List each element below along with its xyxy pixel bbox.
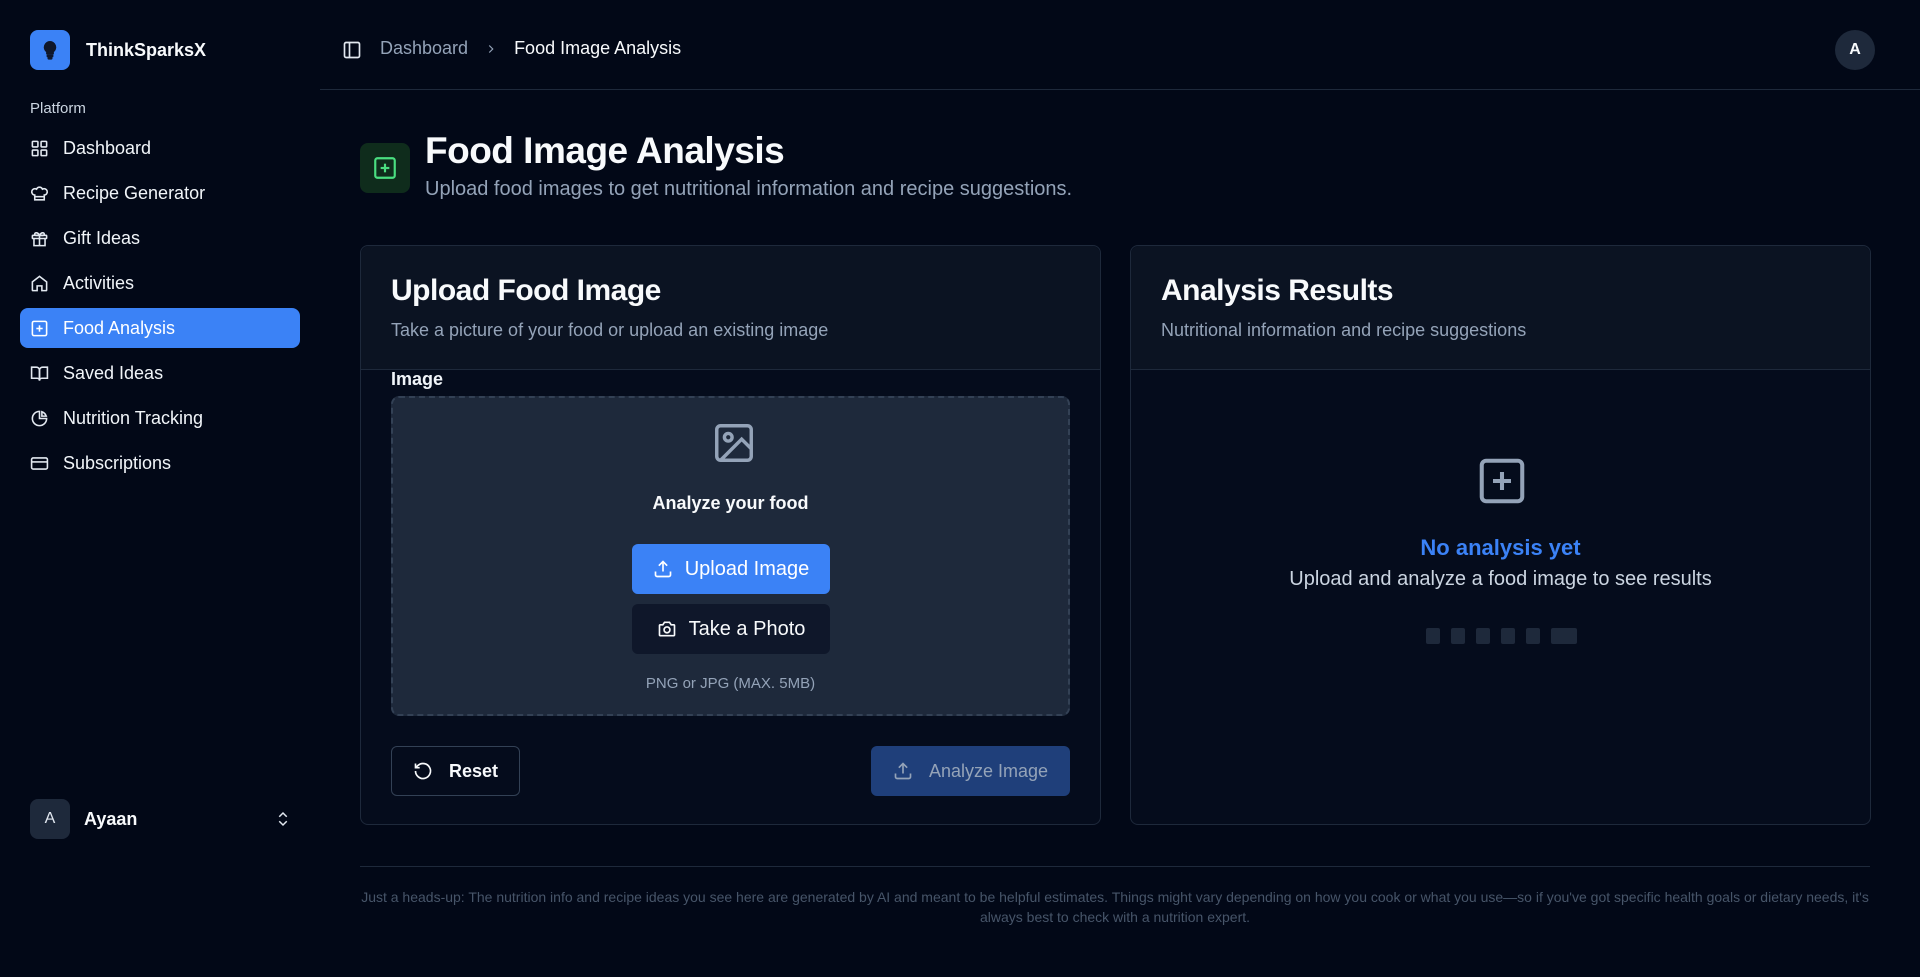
skeleton-block [1501,628,1515,644]
sidebar-item-label: Dashboard [63,137,152,158]
upload-card-title: Upload Food Image [391,274,661,307]
take-photo-button[interactable]: Take a Photo [632,604,830,654]
sidebar-item-label: Subscriptions [63,452,172,473]
avatar: A [30,799,70,839]
image-icon [715,424,753,462]
plus-square-icon [1479,458,1525,504]
sidebar-item-label: Activities [63,272,135,293]
user-name: Ayaan [84,808,138,829]
page-title: Food Image Analysis [425,130,785,171]
sidebar-item-gift-ideas[interactable]: Gift Ideas [20,218,300,258]
analyze-image-button[interactable]: Analyze Image [871,746,1070,796]
skeleton-block [1526,628,1540,644]
upload-card-description: Take a picture of your food or upload an… [391,320,829,340]
analyze-image-label: Analyze Image [928,760,1049,781]
upload-image-label: Upload Image [684,557,810,580]
book-open-icon [30,365,49,381]
sidebar-item-label: Saved Ideas [63,362,164,383]
sidebar-item-label: Food Analysis [63,317,176,338]
rotate-ccw-icon [414,762,432,780]
breadcrumb: Dashboard Food Image Analysis [380,38,681,59]
plus-square-icon [31,320,48,336]
sidebar-item-label: Recipe Generator [63,182,206,203]
sidebar-group-label: Platform [30,100,86,117]
top-header: Dashboard Food Image Analysis A [320,0,1920,90]
upload-card: Upload Food Image Take a picture of your… [360,245,1101,825]
chef-hat-icon [30,185,49,201]
home-icon [31,274,48,291]
sidebar-item-saved-ideas[interactable]: Saved Ideas [20,353,300,393]
skeleton-block [1476,628,1490,644]
sidebar: ThinkSparksX Platform Dashboard Recipe G… [0,0,320,977]
camera-icon [658,621,675,637]
upload-image-button[interactable]: Upload Image [632,544,830,594]
image-field-label: Image [391,369,444,389]
file-type-hint: PNG or JPG (MAX. 5MB) [645,675,816,692]
sidebar-item-subscriptions[interactable]: Subscriptions [20,443,300,483]
results-card-description: Nutritional information and recipe sugge… [1161,320,1527,340]
empty-state-title: No analysis yet [1420,535,1581,560]
upload-icon [894,762,912,780]
sidebar-item-label: Nutrition Tracking [63,407,204,428]
sidebar-nav: Dashboard Recipe Generator Gift Ideas Ac… [20,128,300,488]
pie-chart-icon [31,410,48,426]
lightbulb-icon [30,30,70,70]
page-subtitle: Upload food images to get nutritional in… [425,178,1073,200]
brand-name: ThinkSparksX [86,39,207,60]
brand[interactable]: ThinkSparksX [30,30,206,70]
breadcrumb-current: Food Image Analysis [514,38,682,58]
food-analysis-icon [360,143,410,193]
image-dropzone[interactable]: Analyze your food Upload Image Take a Ph… [391,396,1070,716]
chevron-right-icon [488,44,494,53]
gift-icon [31,231,48,246]
chevrons-up-down-icon [278,811,288,827]
sidebar-item-activities[interactable]: Activities [20,263,300,303]
results-card-title: Analysis Results [1161,274,1394,307]
results-card-header: Analysis Results Nutritional information… [1131,246,1870,370]
sidebar-item-food-analysis[interactable]: Food Analysis [20,308,300,348]
skeleton-block [1451,628,1465,644]
sidebar-item-nutrition-tracking[interactable]: Nutrition Tracking [20,398,300,438]
header-avatar[interactable]: A [1835,30,1875,70]
results-card: Analysis Results Nutritional information… [1130,245,1871,825]
take-photo-label: Take a Photo [688,617,806,640]
user-menu[interactable]: A Ayaan [30,799,292,839]
dropzone-title: Analyze your food [652,493,809,513]
reset-button[interactable]: Reset [391,746,520,796]
footer-divider [360,866,1870,867]
breadcrumb-dashboard-link[interactable]: Dashboard [380,38,468,59]
upload-card-header: Upload Food Image Take a picture of your… [361,246,1100,370]
sidebar-item-recipe-generator[interactable]: Recipe Generator [20,173,300,213]
ai-disclaimer: Just a heads-up: The nutrition info and … [361,889,1869,925]
sidebar-item-dashboard[interactable]: Dashboard [20,128,300,168]
sidebar-item-label: Gift Ideas [63,227,141,248]
skeleton-block [1426,628,1440,644]
reset-label: Reset [448,760,499,781]
upload-icon [654,560,672,578]
skeleton-block [1551,628,1577,644]
empty-state-description: Upload and analyze a food image to see r… [1289,568,1712,590]
loading-skeleton [1426,628,1577,644]
grid-icon [31,140,48,156]
credit-card-icon [30,456,49,470]
sidebar-toggle-icon[interactable] [342,40,362,60]
